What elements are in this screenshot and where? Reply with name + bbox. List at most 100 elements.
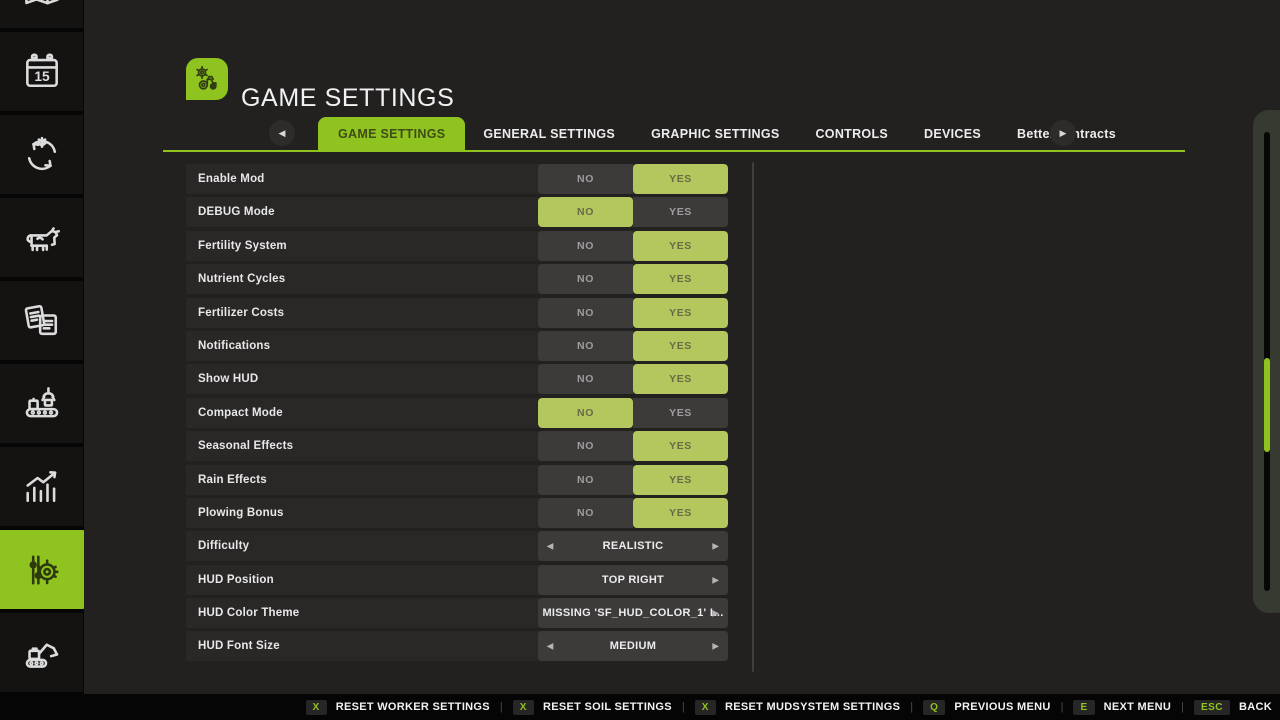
setting-label: Notifications [198,340,270,352]
tab-devices[interactable]: DEVICES [906,117,999,150]
toggle-option-yes[interactable]: YES [633,431,728,461]
tab-controls[interactable]: CONTROLS [797,117,906,150]
shortcut-separator: | [1061,701,1064,713]
toggle-option-no[interactable]: NO [538,197,633,227]
shortcut-label: RESET MUDSYSTEM SETTINGS [725,701,900,713]
select-control: TOP RIGHT▶ [538,565,728,595]
toggle-option-yes[interactable]: YES [633,498,728,528]
sidebar-item-settings[interactable] [0,530,84,609]
settings-icon [20,548,64,592]
toggle-option-no[interactable]: NO [538,264,633,294]
toggle-option-no[interactable]: NO [538,231,633,261]
setting-row-plowing-bonus: Plowing BonusNOYES [186,498,728,528]
toggle-option-no[interactable]: NO [538,164,633,194]
toggle-option-no[interactable]: NO [538,331,633,361]
toggle-control: NO YES [538,498,728,528]
sidebar-item-map[interactable] [0,0,83,28]
sidebar-item-production[interactable] [0,364,83,443]
setting-label: Fertility System [198,240,287,252]
yes-no-toggle: NO YES [538,164,728,194]
toggle-option-label: YES [669,340,692,352]
tab-game-settings[interactable]: GAME SETTINGS [318,117,465,150]
shortcut-back[interactable]: ESCBACK [1194,700,1272,715]
setting-label: DEBUG Mode [198,206,275,218]
shortcut-separator: | [500,701,503,713]
tab-bar: GAME SETTINGS GENERAL SETTINGS GRAPHIC SET… [318,117,1134,150]
select-next-icon[interactable]: ▶ [713,542,719,551]
toggle-option-no[interactable]: NO [538,498,633,528]
toggle-option-yes[interactable]: YES [633,298,728,328]
tab-scroll-left-button[interactable]: ◀ [269,120,295,146]
toggle-control: NOYES [538,431,728,461]
shortcut-label: RESET WORKER SETTINGS [336,701,490,713]
toggle-option-no[interactable]: NO [538,465,633,495]
tab-label: GRAPHIC SETTINGS [651,127,779,141]
toggle-option-no[interactable]: NO [538,298,633,328]
page-scrollbar-thumb[interactable] [1264,358,1270,452]
select-next-icon[interactable]: ▶ [713,575,719,584]
sidebar-items: 15 [0,0,84,692]
toggle-option-label: NO [577,507,594,519]
tab-graphic-settings[interactable]: GRAPHIC SETTINGS [633,117,797,150]
shortcut-label: RESET SOIL SETTINGS [543,701,672,713]
toggle-option-yes[interactable]: YES [633,465,728,495]
setting-row-fertilizer-costs: Fertilizer CostsNOYES [186,298,728,328]
sidebar-item-crop-rotation[interactable] [0,115,83,194]
key-badge: X [513,700,534,715]
toggle-option-yes[interactable]: YES [633,364,728,394]
shortcut-next-menu[interactable]: ENEXT MENU [1073,700,1171,715]
select-box[interactable]: ◀MEDIUM▶ [538,631,728,661]
toggle-option-label: NO [577,206,594,218]
sidebar: 15 [0,0,84,694]
setting-label: Compact Mode [198,407,283,419]
svg-text:15: 15 [34,69,50,84]
toggle-control: NO YES [538,164,728,194]
toggle-option-yes[interactable]: YES [633,164,728,194]
yes-no-toggle: NOYES [538,264,728,294]
yes-no-toggle: NO YES [538,398,728,428]
select-box[interactable]: TOP RIGHT▶ [538,565,728,595]
settings-list-scrollbar[interactable] [752,162,754,672]
yes-no-toggle: NOYES [538,298,728,328]
calendar-icon: 15 [20,50,64,94]
sidebar-item-calendar[interactable]: 15 [0,32,83,111]
sidebar-item-statistics[interactable] [0,447,83,526]
toggle-option-yes[interactable]: YES [633,197,728,227]
select-prev-icon[interactable]: ◀ [547,642,553,651]
sidebar-item-animals[interactable] [0,198,83,277]
toggle-option-yes[interactable]: YES [633,231,728,261]
shortcut-separator: | [682,701,685,713]
shortcut-reset-mudsystem-settings[interactable]: X RESET MUDSYSTEM SETTINGS [695,700,900,715]
shortcut-label: BACK [1239,701,1272,713]
tab-scroll-right-button[interactable]: ▶ [1050,120,1076,146]
toggle-option-label: NO [577,407,594,419]
shortcut-previous-menu[interactable]: QPREVIOUS MENU [923,700,1050,715]
toggle-option-no[interactable]: NO [538,431,633,461]
shortcut-reset-worker-settings[interactable]: XRESET WORKER SETTINGS [306,700,490,715]
setting-row-debug-mode: DEBUG Mode NO YES [186,197,728,227]
select-next-icon[interactable]: ▶ [713,642,719,651]
tab-label: CONTROLS [815,127,888,141]
toggle-control: NOYES [538,465,728,495]
toggle-option-no[interactable]: NO [538,364,633,394]
tab-general-settings[interactable]: GENERAL SETTINGS [465,117,633,150]
select-next-icon[interactable]: ▶ [713,609,719,618]
tab-label: GENERAL SETTINGS [483,127,615,141]
toggle-option-label: YES [669,206,692,218]
shortcut-reset-soil-settings[interactable]: X RESET SOIL SETTINGS [513,700,672,715]
shortcut-separator: | [910,701,913,713]
toggle-option-yes[interactable]: YES [633,264,728,294]
sidebar-item-contracts[interactable] [0,281,83,360]
key-badge: X [695,700,716,715]
statistics-icon [20,465,64,509]
toggle-option-label: YES [669,173,692,185]
sidebar-item-construction[interactable] [0,613,83,692]
toggle-option-no[interactable]: NO [538,398,633,428]
select-box[interactable]: ◀REALISTIC▶ [538,531,728,561]
select-prev-icon[interactable]: ◀ [547,542,553,551]
toggle-option-yes[interactable]: YES [633,331,728,361]
setting-label: Show HUD [198,373,258,385]
shortcut-bar: XRESET WORKER SETTINGS|XRESET SOIL SETTI… [0,694,1280,720]
toggle-option-yes[interactable]: YES [633,398,728,428]
select-box[interactable]: MISSING 'SF_HUD_COLOR_1' L..▶ [538,598,728,628]
